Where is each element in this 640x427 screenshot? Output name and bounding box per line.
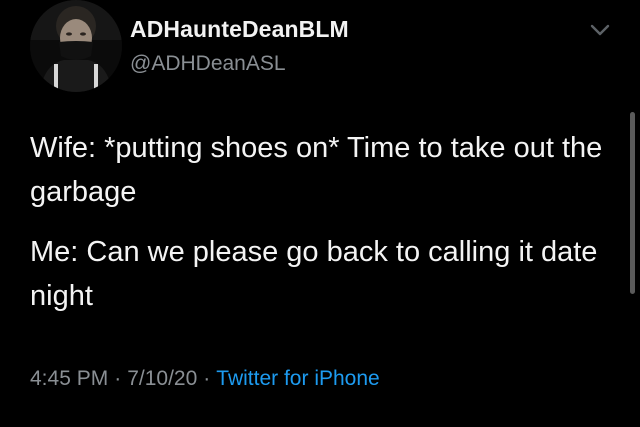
display-name[interactable]: ADHaunteDeanBLM xyxy=(130,16,349,43)
avatar[interactable] xyxy=(30,0,122,92)
avatar-photo xyxy=(30,0,122,92)
tweet-metadata: 4:45 PM · 7/10/20 · Twitter for iPhone xyxy=(30,367,380,391)
chevron-down-icon[interactable] xyxy=(586,20,614,40)
tweet-date[interactable]: 7/10/20 xyxy=(127,367,197,390)
tweet-source-link[interactable]: Twitter for iPhone xyxy=(216,367,379,390)
separator: · xyxy=(114,367,122,390)
tweet-text: Wife: *putting shoes on* Time to take ou… xyxy=(30,126,615,318)
user-handle[interactable]: @ADHDeanASL xyxy=(130,52,286,76)
tweet-paragraph: Me: Can we please go back to calling it … xyxy=(30,236,598,312)
separator: · xyxy=(203,367,211,390)
tweet-paragraph: Wife: *putting shoes on* Time to take ou… xyxy=(30,132,603,208)
tweet-card: ADHaunteDeanBLM @ADHDeanASL Wife: *putti… xyxy=(0,0,640,427)
scrollbar[interactable] xyxy=(630,112,635,294)
tweet-time[interactable]: 4:45 PM xyxy=(30,367,108,390)
